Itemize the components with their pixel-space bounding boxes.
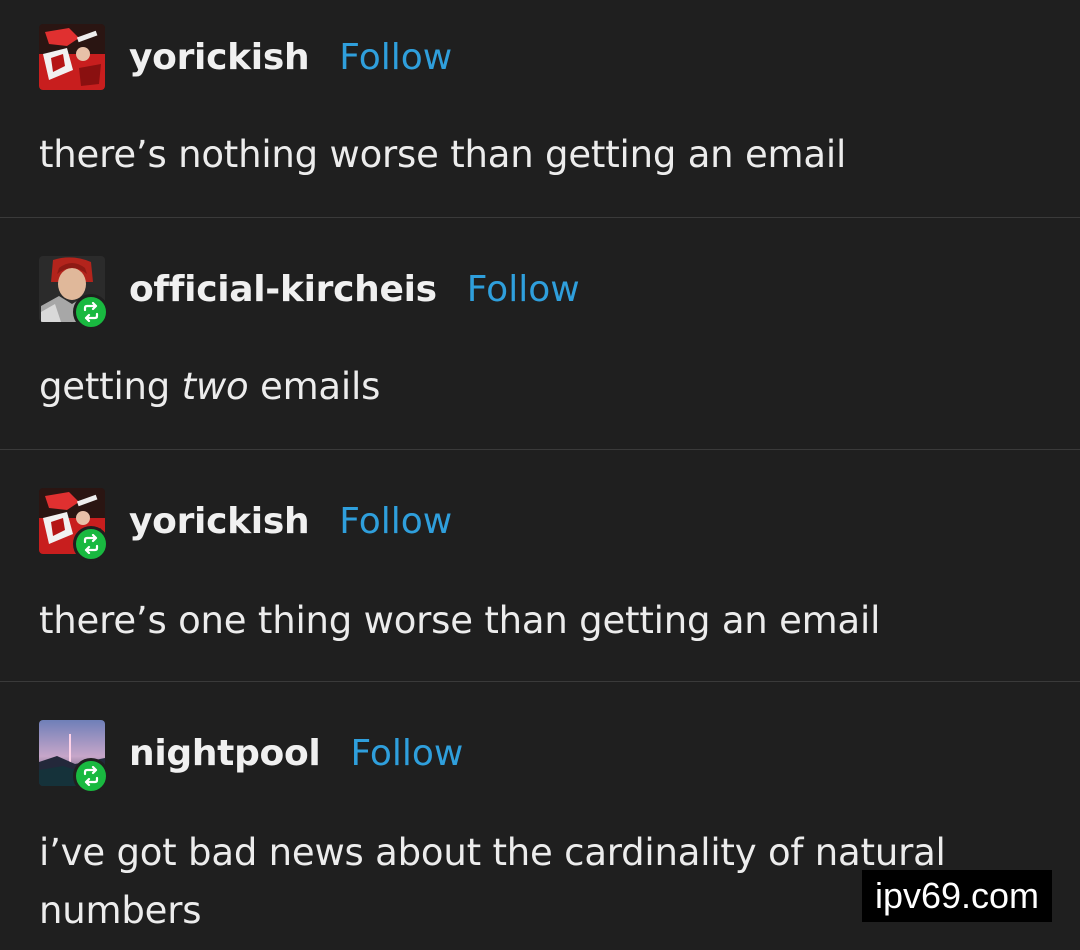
- post-text: getting two emails: [39, 358, 380, 416]
- post-text-end: emails: [248, 365, 381, 408]
- reblog-icon: [83, 766, 99, 786]
- reblog-badge: [73, 294, 109, 330]
- follow-button[interactable]: Follow: [339, 501, 452, 542]
- post-3: yorickish Follow there’s one thing worse…: [0, 450, 1080, 682]
- follow-button[interactable]: Follow: [339, 37, 452, 78]
- watermark-label: ipv69.com: [862, 870, 1052, 922]
- post-header: official-kircheis Follow: [39, 256, 580, 330]
- reblog-badge: [73, 758, 109, 794]
- post-text-line: i’ve got bad news about the cardinality …: [39, 831, 946, 874]
- username[interactable]: official-kircheis: [129, 269, 437, 310]
- username[interactable]: yorickish: [129, 37, 310, 78]
- red-haired-figure-avatar-icon: [39, 24, 105, 90]
- post-1: yorickish Follow there’s nothing worse t…: [0, 0, 1080, 218]
- post-text-emphasis: two: [181, 365, 249, 408]
- reblog-badge: [73, 526, 109, 562]
- avatar[interactable]: [39, 488, 109, 562]
- reblog-icon: [83, 302, 99, 322]
- follow-button[interactable]: Follow: [350, 733, 463, 774]
- avatar[interactable]: [39, 720, 109, 794]
- username[interactable]: yorickish: [129, 501, 310, 542]
- post-text-start: getting: [39, 365, 182, 408]
- reblog-icon: [83, 534, 99, 554]
- post-text: there’s one thing worse than getting an …: [39, 599, 881, 642]
- post-text-line: numbers: [39, 889, 202, 932]
- post-header: yorickish Follow: [39, 24, 452, 90]
- avatar[interactable]: [39, 24, 105, 90]
- username[interactable]: nightpool: [129, 733, 321, 774]
- post-2: official-kircheis Follow getting two ema…: [0, 218, 1080, 450]
- post-header: yorickish Follow: [39, 488, 452, 562]
- post-header: nightpool Follow: [39, 720, 463, 794]
- avatar[interactable]: [39, 256, 109, 330]
- follow-button[interactable]: Follow: [467, 269, 580, 310]
- post-text: there’s nothing worse than getting an em…: [39, 133, 847, 176]
- post-text: i’ve got bad news about the cardinality …: [39, 824, 946, 940]
